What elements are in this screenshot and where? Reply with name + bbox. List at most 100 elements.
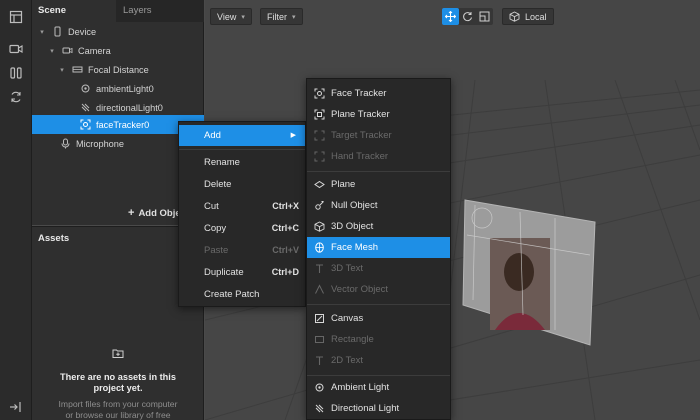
submenu-item-plane[interactable]: Plane [307, 174, 450, 195]
tool-rail [0, 0, 32, 420]
add-folder-icon[interactable] [112, 347, 124, 359]
menu-separator [179, 149, 305, 150]
submenu-item-hand-tracker: Hand Tracker [307, 146, 450, 167]
plus-icon: + [128, 207, 135, 219]
submenu-item-canvas[interactable]: Canvas [307, 308, 450, 329]
text-2d-icon [313, 354, 326, 367]
shortcut-label: Ctrl+X [272, 201, 299, 211]
tree-item-label: Microphone [76, 138, 125, 149]
submenu-item-ambient-light[interactable]: Ambient Light [307, 377, 450, 398]
add-submenu: Face Tracker Plane Tracker Target Tracke… [306, 78, 451, 420]
panel-tabs: Scene Layers [32, 0, 204, 22]
scale-icon [479, 11, 490, 22]
canvas-icon [313, 312, 326, 325]
phone-icon [50, 25, 64, 39]
submenu-item-label: Directional Light [331, 403, 400, 414]
submenu-item-vector-object: Vector Object [307, 279, 450, 300]
transform-mode-group [442, 8, 493, 25]
chevron-down-icon[interactable]: ▾ [48, 47, 56, 55]
tree-item-device[interactable]: ▾ Device [32, 22, 204, 41]
layout-icon[interactable] [7, 8, 25, 26]
context-menu: Add ▶ Rename Delete Cut Ctrl+X Copy Ctrl… [178, 121, 306, 307]
vector-object-icon [313, 283, 326, 296]
view-label: View [217, 11, 237, 22]
tree-item-camera[interactable]: ▾ Camera [32, 41, 204, 60]
rectangle-icon [313, 333, 326, 346]
filter-dropdown[interactable]: Filter ▾ [260, 8, 303, 25]
submenu-item-label: Face Tracker [331, 88, 387, 99]
menu-item-label: Create Patch [204, 289, 260, 300]
local-space-toggle[interactable]: Local [502, 8, 554, 25]
video-camera-icon[interactable] [7, 40, 25, 58]
submenu-item-label: 3D Object [331, 221, 374, 232]
menu-item-label: Cut [204, 201, 219, 212]
target-tracker-icon [313, 129, 326, 142]
assets-empty-message: There are no assets in this project yet. [32, 372, 204, 394]
tab-layers[interactable]: Layers [116, 0, 204, 22]
tree-item-label: Focal Distance [88, 64, 149, 75]
chevron-down-icon[interactable]: ▾ [58, 66, 66, 74]
menu-item-rename[interactable]: Rename [179, 152, 305, 173]
menu-item-label: Paste [204, 245, 229, 256]
submenu-item-label: Vector Object [331, 284, 389, 295]
microphone-icon [58, 137, 72, 151]
menu-item-cut[interactable]: Cut Ctrl+X [179, 196, 305, 217]
menu-item-create-patch[interactable]: Create Patch [179, 284, 305, 305]
tab-scene[interactable]: Scene [32, 0, 116, 22]
shortcut-label: Ctrl+C [271, 223, 299, 233]
menu-item-paste: Paste Ctrl+V [179, 240, 305, 261]
move-icon [445, 11, 456, 22]
submenu-item-label: Canvas [331, 313, 364, 324]
cube-icon [509, 11, 520, 22]
refresh-icon[interactable] [7, 88, 25, 106]
menu-item-label: Delete [204, 179, 232, 190]
rotate-tool-button[interactable] [459, 8, 476, 25]
menu-item-copy[interactable]: Copy Ctrl+C [179, 218, 305, 239]
submenu-item-label: Ambient Light [331, 382, 390, 393]
submenu-item-null-object[interactable]: Null Object [307, 195, 450, 216]
add-object-button[interactable]: + Add Obje [128, 207, 181, 219]
submenu-item-3d-text: 3D Text [307, 258, 450, 279]
menu-separator [307, 375, 450, 376]
menu-item-label: Add [204, 130, 221, 141]
assets-hint-line: or browse our library of free [65, 410, 171, 420]
tree-item-label: Device [68, 26, 97, 37]
menu-item-duplicate[interactable]: Duplicate Ctrl+D [179, 262, 305, 283]
submenu-item-label: Hand Tracker [331, 151, 389, 162]
exit-icon[interactable] [7, 398, 25, 416]
directional-light-icon [78, 101, 92, 115]
submenu-item-directional-light[interactable]: Directional Light [307, 398, 450, 419]
submenu-item-label: Face Mesh [331, 242, 378, 253]
submenu-item-label: Plane Tracker [331, 109, 390, 120]
submenu-item-face-mesh[interactable]: Face Mesh [307, 237, 450, 258]
face-mesh-icon [313, 241, 326, 254]
plane-tracker-icon [313, 108, 326, 121]
move-tool-button[interactable] [442, 8, 459, 25]
filter-label: Filter [267, 11, 287, 22]
assets-hint: Import files from your computer or brows… [32, 399, 204, 420]
ambient-light-icon [313, 381, 326, 394]
submenu-item-2d-text: 2D Text [307, 350, 450, 371]
menu-item-add[interactable]: Add ▶ [179, 125, 305, 146]
submenu-item-target-tracker: Target Tracker [307, 125, 450, 146]
view-dropdown[interactable]: View ▾ [210, 8, 252, 25]
chevron-down-icon: ▾ [292, 13, 296, 21]
scale-tool-button[interactable] [476, 8, 493, 25]
local-label: Local [525, 11, 547, 22]
tree-item-label: ambientLight0 [96, 83, 154, 94]
submenu-item-plane-tracker[interactable]: Plane Tracker [307, 104, 450, 125]
chevron-down-icon[interactable]: ▾ [38, 28, 46, 36]
menu-item-label: Rename [204, 157, 240, 168]
menu-item-delete[interactable]: Delete [179, 174, 305, 195]
tree-item-ambient-light[interactable]: ambientLight0 [32, 79, 204, 98]
menu-separator [307, 304, 450, 305]
directional-light-icon [313, 402, 326, 415]
submenu-item-face-tracker[interactable]: Face Tracker [307, 83, 450, 104]
rotate-icon [463, 12, 472, 22]
split-view-icon[interactable] [7, 64, 25, 82]
menu-item-label: Copy [204, 223, 227, 234]
text-3d-icon [313, 262, 326, 275]
submenu-item-3d-object[interactable]: 3D Object [307, 216, 450, 237]
tree-item-label: directionalLight0 [96, 102, 163, 113]
tree-item-focal-distance[interactable]: ▾ Focal Distance [32, 60, 204, 79]
